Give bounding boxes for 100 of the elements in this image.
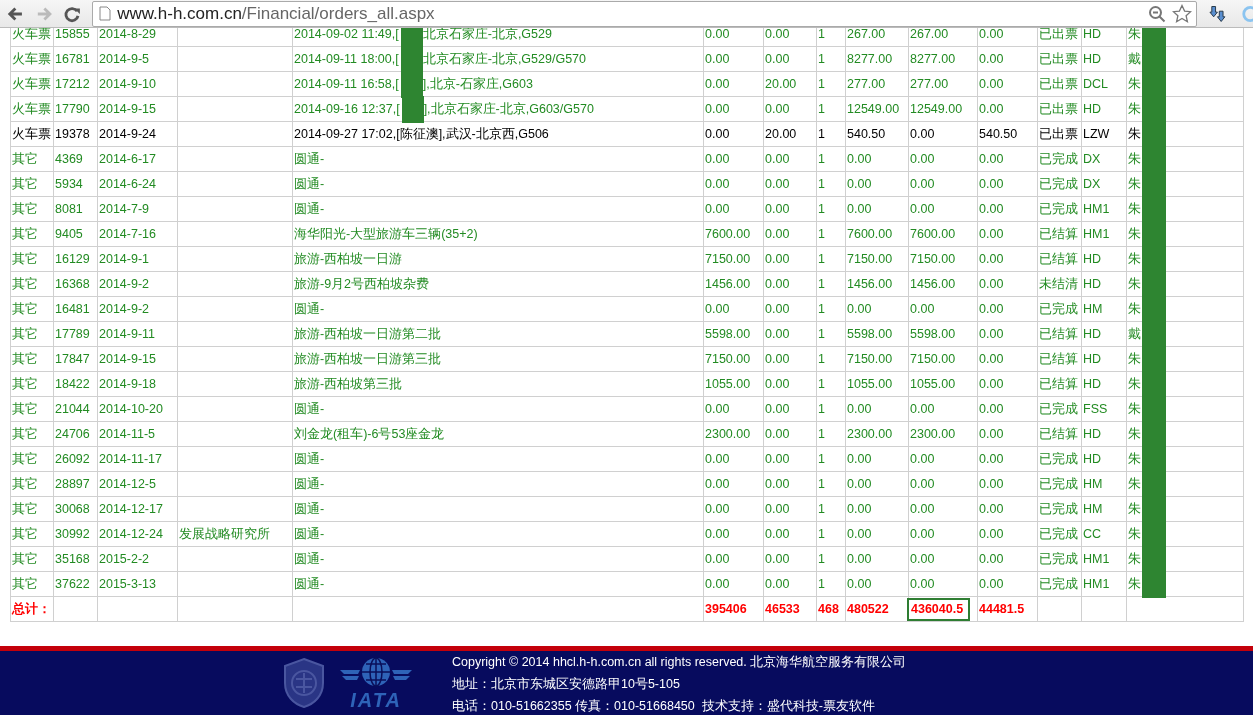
table-cell: 2014-9-15: [99, 102, 156, 116]
table-cell: 2014-6-24: [99, 177, 156, 191]
table-cell: 540.50: [847, 127, 886, 141]
table-cell: 0.00: [847, 527, 872, 541]
table-cell: 0.00: [979, 28, 1004, 41]
table-cell: 圆通-: [294, 151, 325, 166]
table-cell: 0.00: [979, 252, 1004, 266]
table-cell: 0.00: [979, 477, 1004, 491]
table-cell: 已完成: [1039, 526, 1078, 541]
table-cell: 0.00: [765, 277, 790, 291]
table-cell: 已结算: [1039, 226, 1078, 241]
table-cell: HD: [1083, 327, 1102, 341]
table-cell: 2015-2-2: [99, 552, 150, 566]
table-cell: 7150.00: [705, 252, 751, 266]
table-cell: 火车票: [12, 51, 51, 66]
address-bar[interactable]: www.h-h.com.cn/Financial/orders_all.aspx: [92, 0, 1198, 27]
table-cell: 12549.00: [847, 102, 900, 116]
table-cell: 0.00: [847, 552, 872, 566]
table-cell: 火车票: [12, 101, 51, 116]
star-icon[interactable]: [1172, 3, 1193, 24]
table-cell: 5598.00: [705, 327, 751, 341]
download-arrows-icon[interactable]: [1209, 3, 1228, 24]
table-cell: 朱: [1128, 401, 1141, 416]
table-cell: 1: [818, 277, 825, 291]
table-cell: 2014-09-11 18:00,[ 北京石家庄-北京,G529/G570: [294, 51, 586, 66]
table-cell: 0.00: [765, 302, 790, 316]
table-cell: HM: [1083, 477, 1103, 491]
table-cell: 朱: [1128, 276, 1141, 291]
table-cell: 朱: [1128, 176, 1141, 191]
table-cell: 0.00: [765, 28, 790, 41]
table-cell: 0.00: [765, 502, 790, 516]
table-cell: 0.00: [979, 427, 1004, 441]
table-cell: 1: [818, 527, 825, 541]
shield-emblem-icon: [282, 657, 326, 709]
table-cell: 0.00: [705, 127, 730, 141]
table-cell: 朱: [1128, 426, 1141, 441]
table-cell: 0.00: [705, 577, 730, 591]
table-cell: 0.00: [705, 302, 730, 316]
table-cell: 17789: [55, 327, 90, 341]
table-cell: 0.00: [705, 477, 730, 491]
table-cell: 0.00: [705, 452, 730, 466]
table-cell: 1: [818, 177, 825, 191]
table-cell: 其它: [12, 201, 38, 216]
table-cell: 2014-9-24: [99, 127, 156, 141]
total-cell: 46533: [765, 602, 800, 616]
table-cell: 其它: [12, 276, 38, 291]
table-cell: HD: [1083, 252, 1102, 266]
table-cell: 7150.00: [910, 352, 956, 366]
table-cell: 已出票: [1039, 101, 1078, 116]
table-cell: 其它: [12, 576, 38, 591]
table-cell: HM: [1083, 502, 1103, 516]
table-cell: 其它: [12, 501, 38, 516]
table-cell: 7150.00: [847, 252, 893, 266]
total-cell: 468: [818, 602, 839, 616]
table-cell: 0.00: [979, 552, 1004, 566]
table-cell: 0.00: [979, 452, 1004, 466]
table-cell: 圆通-: [294, 301, 325, 316]
table-cell: 圆通-: [294, 501, 325, 516]
table-cell: 其它: [12, 176, 38, 191]
table-cell: 0.00: [765, 352, 790, 366]
table-cell: 4369: [55, 152, 83, 166]
table-cell: 28897: [55, 477, 90, 491]
table-cell: 圆通-: [294, 401, 325, 416]
table-cell: 朱: [1128, 526, 1141, 541]
table-cell: 0.00: [979, 352, 1004, 366]
table-cell: 已出票: [1039, 76, 1078, 91]
table-cell: 0.00: [765, 52, 790, 66]
table-cell: 7600.00: [705, 227, 751, 241]
reload-icon[interactable]: [63, 4, 83, 23]
table-cell: 0.00: [765, 202, 790, 216]
table-cell: 朱: [1128, 101, 1141, 116]
table-cell: 0.00: [979, 577, 1004, 591]
table-cell: 17847: [55, 352, 90, 366]
table-cell: 已完成: [1039, 551, 1078, 566]
table-cell: 戴: [1128, 51, 1141, 66]
table-cell: HD: [1083, 452, 1102, 466]
table-cell: 圆通-: [294, 551, 325, 566]
table-cell: 1055.00: [847, 377, 893, 391]
zoom-out-icon[interactable]: [1148, 4, 1167, 23]
table-cell: 旅游-9月2号西柏坡杂费: [294, 276, 430, 291]
table-cell: 2300.00: [847, 427, 893, 441]
table-cell: 0.00: [979, 177, 1004, 191]
page-icon: [99, 6, 112, 21]
table-cell: 0.00: [765, 377, 790, 391]
table-cell: 21044: [55, 402, 90, 416]
table-cell: 16781: [55, 52, 90, 66]
table-cell: 5598.00: [910, 327, 956, 341]
table-cell: 已完成: [1039, 301, 1078, 316]
table-cell: 1: [818, 502, 825, 516]
table-cell: 24706: [55, 427, 90, 441]
table-cell: 0.00: [705, 502, 730, 516]
table-cell: 15855: [55, 28, 90, 41]
table-cell: 1: [818, 252, 825, 266]
table-cell: 0.00: [847, 152, 872, 166]
table-cell: 戴: [1128, 326, 1141, 341]
table-cell: 0.00: [979, 327, 1004, 341]
table-cell: 朱: [1128, 576, 1141, 591]
table-cell: 30992: [55, 527, 90, 541]
table-cell: 7150.00: [847, 352, 893, 366]
table-cell: 已结算: [1039, 251, 1078, 266]
